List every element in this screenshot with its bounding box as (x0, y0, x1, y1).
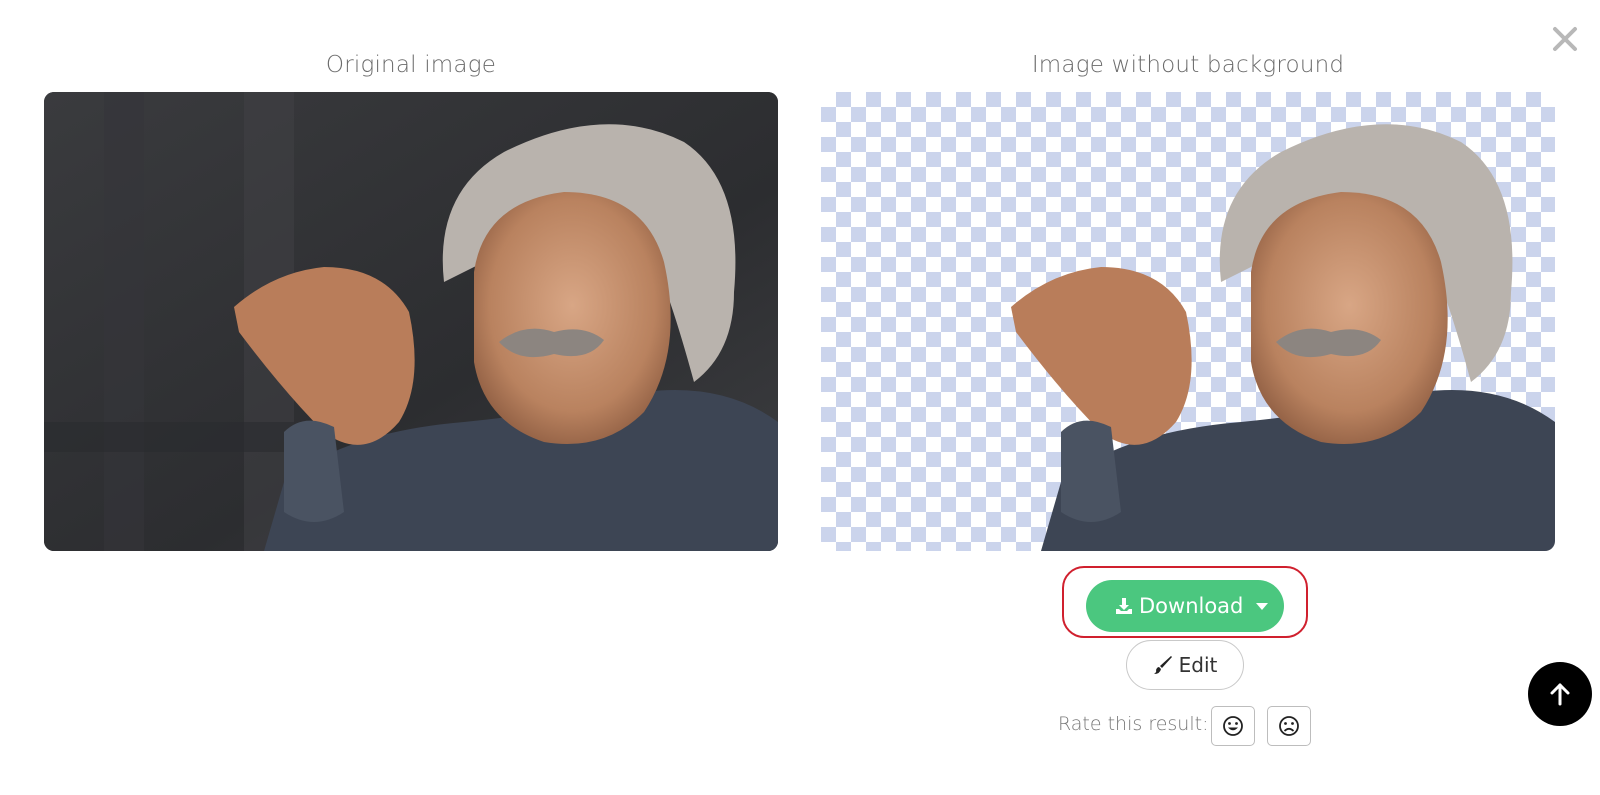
close-button[interactable] (1548, 22, 1582, 56)
original-image (44, 92, 778, 551)
download-icon (1116, 598, 1132, 614)
arrow-up-icon (1550, 683, 1570, 706)
original-image-title: Original image (325, 52, 497, 78)
result-image-title: Image without background (1031, 52, 1345, 78)
edit-button[interactable]: Edit (1126, 640, 1244, 690)
frown-icon (1279, 716, 1299, 736)
rate-bad-button[interactable] (1267, 706, 1311, 746)
caret-down-icon[interactable] (1256, 603, 1268, 610)
scroll-to-top-button[interactable] (1528, 662, 1592, 726)
edit-label: Edit (1178, 653, 1218, 677)
rate-good-button[interactable] (1211, 706, 1255, 746)
brush-icon (1153, 656, 1172, 674)
download-label: Download (1139, 594, 1244, 618)
download-button[interactable]: Download (1086, 580, 1284, 632)
result-image (821, 92, 1555, 551)
bg-removal-result-modal: Original image Image without background (0, 0, 1600, 795)
smile-icon (1223, 716, 1243, 736)
close-icon (1553, 27, 1577, 51)
rate-label: Rate this result: (1058, 713, 1209, 735)
